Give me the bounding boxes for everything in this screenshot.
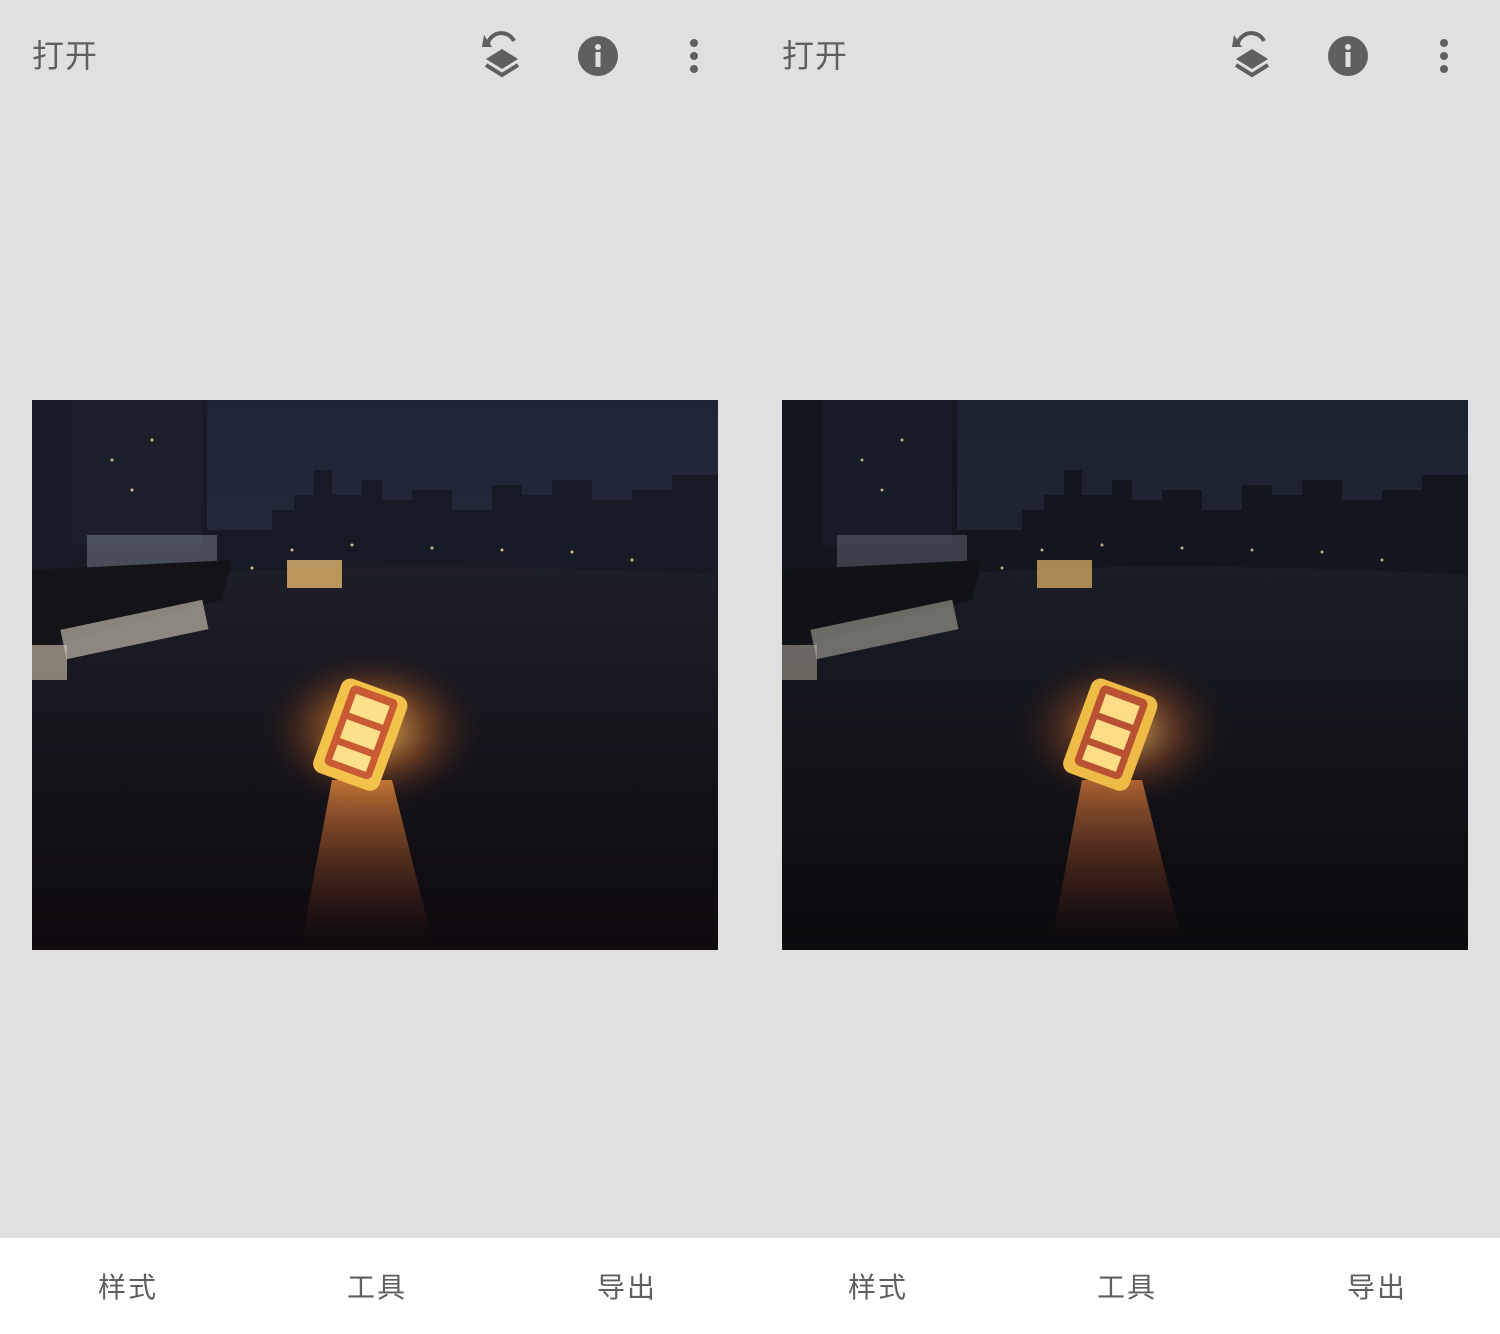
top-app-bar: 打开	[0, 0, 750, 112]
nav-styles[interactable]: 样式	[848, 1268, 908, 1308]
editor-panel-left: 打开 样式 工具 导出	[0, 0, 750, 1334]
editor-panel-right: 打开 样式 工具 导出	[750, 0, 1500, 1334]
open-button[interactable]: 打开	[32, 32, 98, 80]
nav-export[interactable]: 导出	[597, 1268, 657, 1308]
nav-styles[interactable]: 样式	[98, 1268, 158, 1308]
top-app-bar: 打开	[750, 0, 1500, 112]
more-vert-icon[interactable]	[1420, 30, 1468, 82]
open-button[interactable]: 打开	[782, 32, 848, 80]
bottom-navigation: 样式 工具 导出	[0, 1238, 750, 1334]
nav-export[interactable]: 导出	[1347, 1268, 1407, 1308]
info-icon[interactable]	[574, 30, 622, 82]
nav-tools[interactable]: 工具	[347, 1268, 407, 1308]
nav-tools[interactable]: 工具	[1097, 1268, 1157, 1308]
photo-preview[interactable]	[32, 400, 718, 950]
bottom-navigation: 样式 工具 导出	[750, 1238, 1500, 1334]
photo-preview[interactable]	[782, 400, 1468, 950]
undo-layers-icon[interactable]	[478, 30, 526, 82]
undo-layers-icon[interactable]	[1228, 30, 1276, 82]
info-icon[interactable]	[1324, 30, 1372, 82]
more-vert-icon[interactable]	[670, 30, 718, 82]
